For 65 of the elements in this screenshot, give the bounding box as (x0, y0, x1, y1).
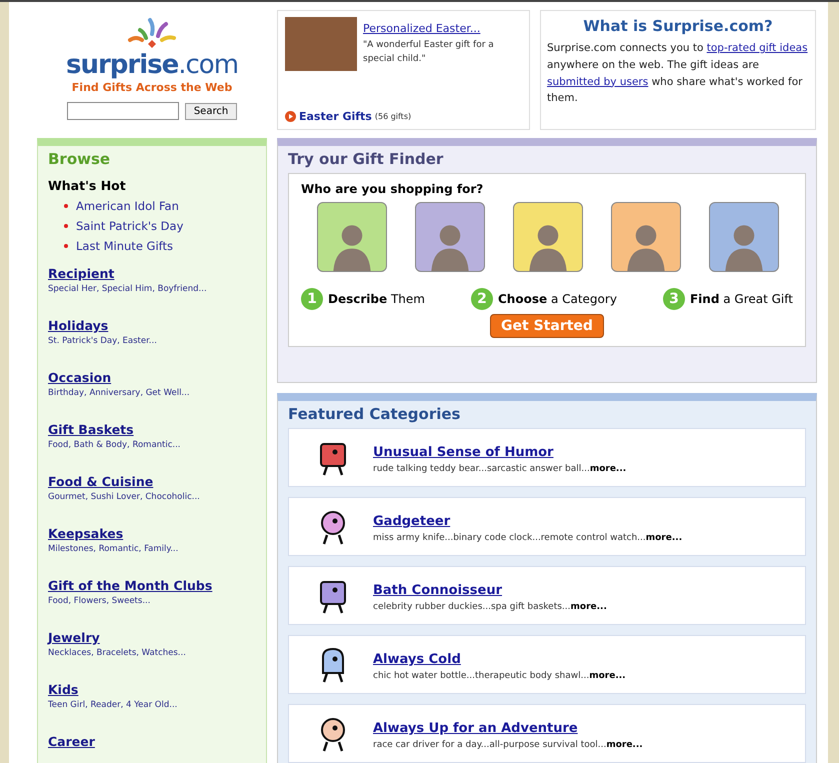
category-link[interactable]: Holidays (48, 318, 108, 333)
category-link[interactable]: Unusual Sense of Humor (373, 445, 554, 460)
category-examples: Teen Girl, Reader, 4 Year Old... (48, 700, 178, 710)
category-link[interactable]: Easter Gifts (299, 110, 372, 123)
category-link[interactable]: Keepsakes (48, 526, 124, 541)
category-link[interactable]: Food & Cuisine (48, 474, 154, 489)
promo-quote: "A wonderful Easter gift for a special child." (363, 39, 495, 66)
search-field[interactable] (66, 102, 179, 120)
category-examples: rude talking teddy bear...sarcastic answer ball...more... (373, 464, 626, 474)
sidebar-title: Browse (48, 150, 112, 168)
category-examples: Milestones, Romantic, Family... (48, 544, 180, 554)
person-option[interactable] (415, 202, 485, 272)
step-text: Find a Great Gift (690, 292, 793, 306)
section-heading: What's Hot (48, 178, 127, 193)
site-logo[interactable]: surprise.com (66, 52, 238, 78)
category-examples: Food, Flowers, Sweets... (48, 596, 152, 606)
category-link[interactable]: Career (48, 734, 95, 749)
person-option[interactable] (513, 202, 583, 272)
category-link[interactable]: Always Cold (373, 652, 461, 667)
step-text: Describe Them (328, 292, 425, 306)
step-number: 3 (662, 288, 685, 310)
person-option[interactable] (709, 202, 779, 272)
category-examples: Special Her, Special Him, Boyfriend... (48, 284, 208, 294)
inline-link[interactable]: submitted by users (547, 76, 648, 88)
panel-title: Featured Categories (288, 405, 462, 423)
category-examples: race car driver for a day...all-purpose survival tool...more... (373, 740, 643, 750)
category-link[interactable]: Bath Connoisseur (373, 583, 502, 598)
category-examples: Food, Bath & Body, Romantic... (48, 440, 182, 450)
play-icon (285, 111, 296, 122)
category-examples: St. Patrick's Day, Easter... (48, 336, 158, 346)
category-examples: chic hot water bottle...therapeutic body shawl...more... (373, 671, 626, 681)
category-link[interactable]: Kids (48, 682, 78, 697)
panel-title: Try our Gift Finder (288, 150, 444, 168)
photo-placeholder (285, 17, 357, 71)
gift-count: (56 gifts) (374, 112, 412, 121)
category-link[interactable]: Jewelry (48, 630, 100, 645)
hot-link[interactable]: American Idol Fan (76, 199, 179, 213)
hot-link[interactable]: Last Minute Gifts (76, 239, 173, 253)
step-number: 1 (301, 288, 323, 310)
category-examples: miss army knife...binary code clock...remote control watch...more... (373, 533, 682, 543)
category-link[interactable]: Gadgeteer (373, 514, 450, 529)
step-text: Choose a Category (498, 292, 617, 306)
category-link[interactable]: Gift of the Month Clubs (48, 578, 212, 593)
question-text: Who are you shopping for? (301, 182, 484, 196)
category-examples: Birthday, Anniversary, Get Well... (48, 388, 191, 398)
about-paragraph: Surprise.com connects you to top-rated gift ideas anywhere on the web. The gift ideas are submitted by users who share what's worked for them. (547, 41, 809, 106)
bullet-icon (64, 204, 68, 208)
person-option[interactable] (611, 202, 681, 272)
category-link[interactable]: Occasion (48, 370, 112, 385)
bullet-icon (64, 244, 68, 248)
category-link[interactable]: Always Up for an Adventure (373, 721, 578, 736)
tagline: Find Gifts Across the Web (72, 81, 232, 94)
category-link[interactable]: Gift Baskets (48, 422, 134, 437)
step-number: 2 (471, 288, 493, 310)
hot-link[interactable]: Saint Patrick's Day (76, 219, 184, 233)
about-title: What is Surprise.com? (582, 17, 774, 35)
search-button[interactable]: Search (184, 103, 238, 120)
category-examples: Gourmet, Sushi Lover, Chocoholic... (48, 492, 201, 502)
category-examples: celebrity rubber duckies...spa gift baskets...more... (373, 602, 607, 612)
person-option[interactable] (317, 202, 387, 272)
promo-link[interactable]: Personalized Easter... (363, 22, 480, 35)
bullet-icon (64, 224, 68, 228)
category-examples: Necklaces, Bracelets, Watches... (48, 648, 187, 658)
inline-link[interactable]: top-rated gift ideas (706, 42, 808, 54)
category-link[interactable]: Recipient (48, 266, 114, 281)
